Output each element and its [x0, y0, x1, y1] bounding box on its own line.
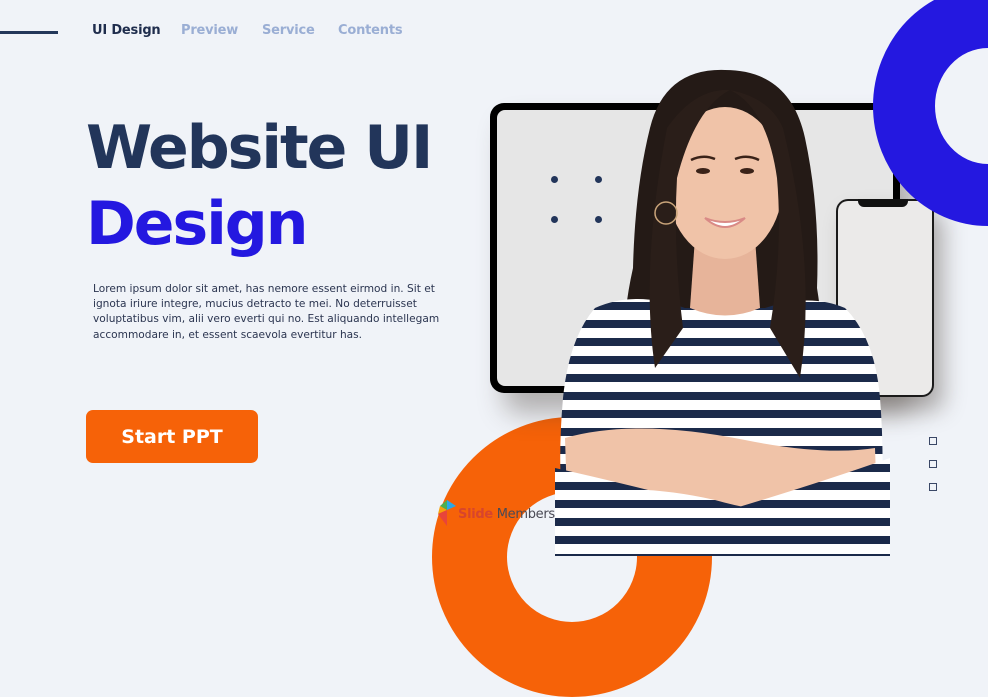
slide-members-logo: Slide Members — [438, 500, 555, 528]
person-photo — [555, 69, 890, 556]
nav-accent-line — [0, 31, 58, 34]
logo-brand-bold: Slide — [458, 506, 493, 522]
logo-mark-icon — [438, 500, 456, 526]
start-ppt-button[interactable]: Start PPT — [86, 410, 258, 463]
nav-ui-design[interactable]: UI Design — [92, 23, 161, 38]
logo-brand-regular: Members — [492, 506, 555, 522]
hero-description: Lorem ipsum dolor sit amet, has nemore e… — [93, 283, 440, 341]
square-marker-icon — [929, 437, 937, 445]
hero-title-line1: Website UI — [86, 113, 433, 183]
square-marker-icon — [929, 483, 937, 491]
square-marker-icon — [929, 460, 937, 468]
nav-service[interactable]: Service — [262, 23, 315, 38]
nav-contents[interactable]: Contents — [338, 23, 403, 38]
logo-text: Slide Members — [458, 507, 555, 522]
hero-title-line2: Design — [86, 189, 308, 259]
nav-preview[interactable]: Preview — [181, 23, 238, 38]
